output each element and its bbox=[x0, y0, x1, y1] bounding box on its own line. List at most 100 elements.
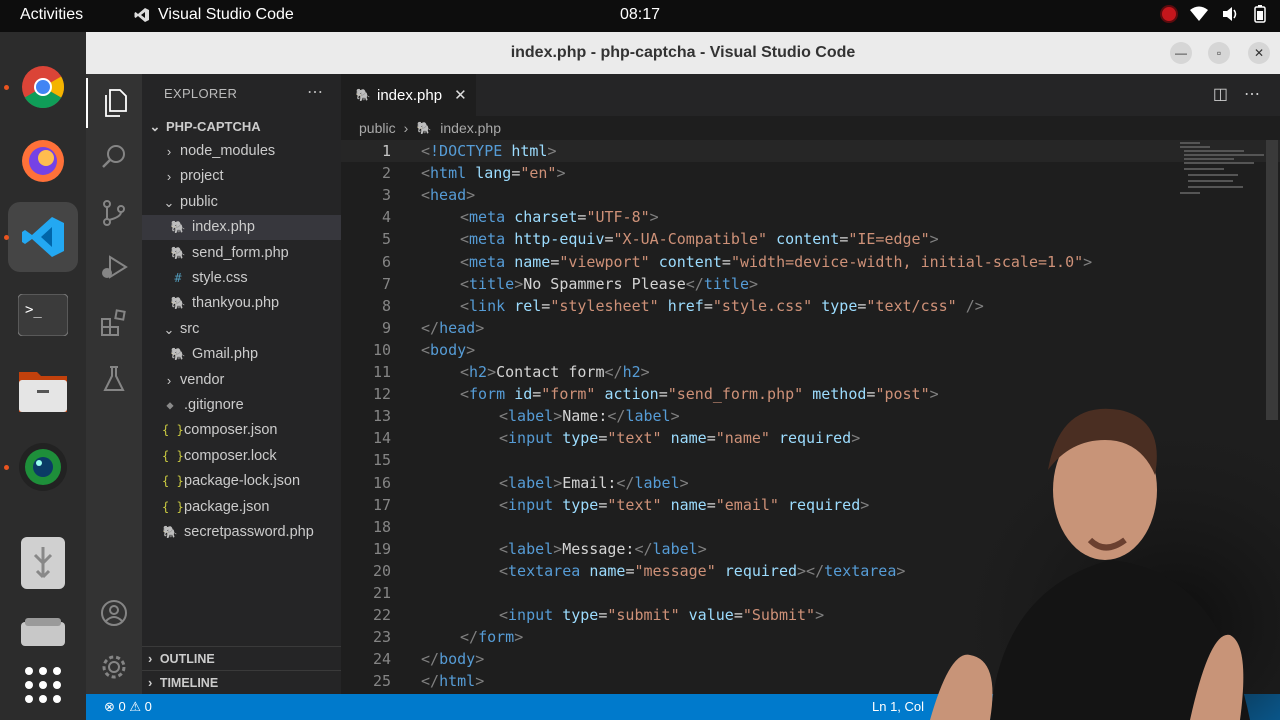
code-token: "form" bbox=[541, 385, 596, 404]
chevron-down-icon: ⌄ bbox=[163, 194, 175, 210]
file-item[interactable]: 🐘 thankyou.php bbox=[142, 291, 341, 316]
close-tab-icon[interactable]: ✕ bbox=[454, 86, 467, 104]
search-activity[interactable] bbox=[86, 132, 142, 182]
webcam-launcher[interactable] bbox=[4, 432, 78, 502]
close-window-button[interactable]: ✕ bbox=[1248, 42, 1270, 64]
code-line[interactable]: 1 <!DOCTYPE html> bbox=[341, 140, 1280, 162]
minimap[interactable] bbox=[1176, 140, 1266, 200]
problems-indicator[interactable]: ⊗ 0 ⚠ 0 bbox=[104, 699, 152, 715]
vscode-small-icon bbox=[134, 8, 149, 22]
file-item[interactable]: 🐘 secretpassword.php bbox=[142, 520, 341, 545]
files-explorer-icon bbox=[105, 89, 127, 117]
code-line[interactable]: 5 <meta http-equiv="X-UA-Compatible" cont… bbox=[341, 228, 1280, 250]
code-token: </ bbox=[634, 539, 653, 558]
outline-section[interactable]: › OUTLINE bbox=[142, 646, 341, 670]
project-root[interactable]: ⌄ PHP-CAPTCHA bbox=[142, 114, 341, 139]
minimize-button[interactable]: — bbox=[1170, 42, 1192, 64]
system-tray[interactable] bbox=[1162, 5, 1266, 23]
files-launcher[interactable] bbox=[8, 356, 78, 426]
code-token: type bbox=[562, 495, 599, 514]
timeline-section[interactable]: › TIMELINE bbox=[142, 670, 341, 694]
code-line[interactable]: 10 <body> bbox=[341, 339, 1280, 361]
tab-index-php[interactable]: 🐘 index.php ✕ bbox=[341, 74, 476, 116]
running-indicator bbox=[4, 465, 9, 470]
code-token: > bbox=[649, 208, 659, 227]
code-token: = bbox=[721, 252, 731, 271]
volume-icon[interactable] bbox=[1222, 6, 1240, 22]
battery-icon[interactable] bbox=[1254, 5, 1266, 23]
code-token: > bbox=[851, 429, 861, 448]
explorer-activity[interactable] bbox=[86, 78, 142, 128]
window-titlebar[interactable]: index.php - php-captcha - Visual Studio … bbox=[86, 32, 1280, 74]
chrome-launcher[interactable] bbox=[4, 52, 78, 122]
tree-item-label: composer.json bbox=[184, 422, 278, 439]
code-token: < bbox=[499, 407, 509, 426]
code-line[interactable]: 9 </head> bbox=[341, 317, 1280, 339]
folder-item[interactable]: › vendor bbox=[142, 368, 341, 393]
chevron-down-icon: ⌄ bbox=[149, 119, 161, 134]
code-line[interactable]: 4 <meta charset="UTF-8"> bbox=[341, 206, 1280, 228]
usb-drive-launcher[interactable] bbox=[8, 528, 78, 598]
code-token: body bbox=[439, 650, 476, 669]
code-line[interactable]: 8 <link rel="stylesheet" href="style.css"… bbox=[341, 295, 1280, 317]
timeline-label: TIMELINE bbox=[159, 676, 219, 690]
file-item[interactable]: { } composer.lock bbox=[142, 444, 341, 469]
tree-item-label: src bbox=[180, 320, 200, 337]
breadcrumb-file[interactable]: index.php bbox=[440, 120, 501, 136]
code-line[interactable]: 11 <h2>Contact form</h2> bbox=[341, 361, 1280, 383]
code-line[interactable]: 6 <meta name="viewport" content="width=de… bbox=[341, 251, 1280, 273]
code-token: > bbox=[466, 340, 476, 359]
file-item[interactable]: { } composer.json bbox=[142, 418, 341, 443]
code-line[interactable]: 2 <html lang="en"> bbox=[341, 162, 1280, 184]
wifi-icon[interactable] bbox=[1190, 6, 1208, 22]
code-line[interactable]: 3 <head> bbox=[341, 184, 1280, 206]
vertical-scrollbar[interactable] bbox=[1266, 140, 1278, 420]
window-title: index.php - php-captcha - Visual Studio … bbox=[510, 44, 856, 61]
line-number: 8 bbox=[381, 296, 391, 315]
code-token: < bbox=[460, 385, 470, 404]
activities-button[interactable]: Activities bbox=[20, 6, 83, 24]
terminal-launcher[interactable]: >_ bbox=[8, 280, 78, 350]
file-item[interactable]: { } package.json bbox=[142, 495, 341, 520]
firefox-launcher[interactable] bbox=[8, 126, 78, 196]
firefox-icon bbox=[22, 140, 64, 182]
line-number: 12 bbox=[372, 385, 391, 404]
vscode-launcher[interactable] bbox=[4, 202, 78, 272]
folder-item[interactable]: › node_modules bbox=[142, 139, 341, 164]
code-token: < bbox=[499, 539, 509, 558]
more-actions-icon[interactable]: ⋯ bbox=[307, 82, 323, 102]
code-line[interactable]: 7 <title>No Spammers Please</title> bbox=[341, 273, 1280, 295]
app-menu[interactable]: Visual Studio Code bbox=[134, 6, 294, 24]
accounts-activity[interactable] bbox=[86, 588, 142, 638]
file-item[interactable]: # style.css bbox=[142, 266, 341, 291]
show-applications-button[interactable] bbox=[8, 650, 78, 720]
code-token: > bbox=[553, 473, 563, 492]
folder-item[interactable]: › project bbox=[142, 164, 341, 189]
extensions-activity[interactable] bbox=[86, 298, 142, 348]
breadcrumb: public › 🐘 index.php bbox=[359, 120, 501, 136]
code-token: < bbox=[499, 495, 509, 514]
cursor-position[interactable]: Ln 1, Col bbox=[872, 699, 924, 714]
breadcrumb-folder[interactable]: public bbox=[359, 120, 396, 136]
manage-activity[interactable] bbox=[86, 642, 142, 692]
split-editor-icon[interactable]: ◫ bbox=[1213, 84, 1228, 104]
file-item[interactable]: 🐘 Gmail.php bbox=[142, 342, 341, 367]
file-item[interactable]: ◆ .gitignore bbox=[142, 393, 341, 418]
code-token: name bbox=[589, 561, 626, 580]
file-item[interactable]: 🐘 send_form.php bbox=[142, 241, 341, 266]
code-token: name bbox=[670, 429, 707, 448]
code-token: label bbox=[508, 407, 554, 426]
record-indicator-icon[interactable] bbox=[1162, 7, 1176, 21]
run-debug-activity[interactable] bbox=[86, 242, 142, 292]
more-actions-icon[interactable]: ⋯ bbox=[1244, 84, 1260, 104]
folder-item[interactable]: ⌄ public bbox=[142, 190, 341, 215]
file-item[interactable]: 🐘 index.php bbox=[142, 215, 341, 241]
testing-activity[interactable] bbox=[86, 354, 142, 404]
code-token: < bbox=[421, 186, 431, 205]
folder-item[interactable]: ⌄ src bbox=[142, 317, 341, 342]
line-number: 24 bbox=[372, 650, 391, 669]
maximize-button[interactable]: ▫ bbox=[1208, 42, 1230, 64]
source-control-activity[interactable] bbox=[86, 188, 142, 238]
file-item[interactable]: { } package-lock.json bbox=[142, 469, 341, 494]
